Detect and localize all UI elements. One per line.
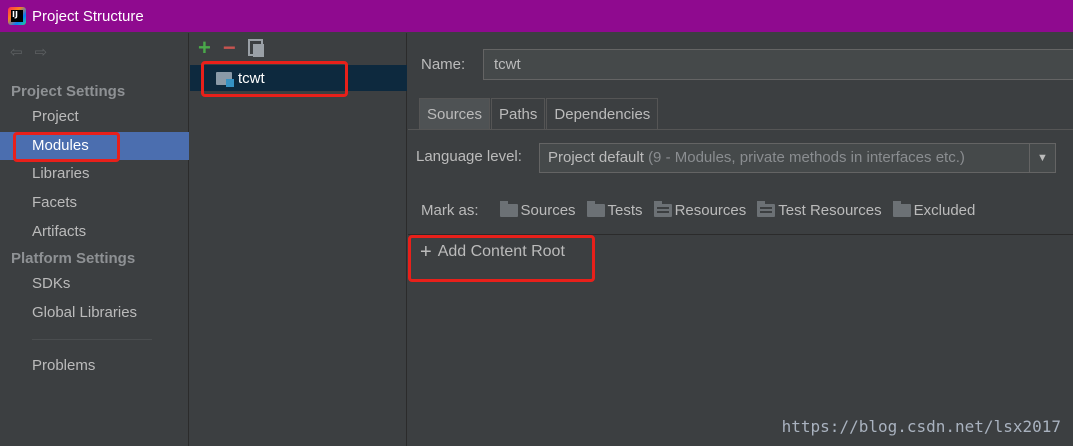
back-arrow-icon[interactable]: ⇦ [10,43,23,61]
add-module-icon[interactable]: + [198,37,211,59]
modules-toolbar: + − [198,37,264,59]
tests-folder-icon [586,201,605,217]
module-name-field[interactable]: tcwt [483,49,1073,80]
language-level-dropdown[interactable]: Project default (9 - Modules, private me… [539,143,1056,173]
modules-panel: + − tcwt [190,33,407,446]
mark-as-sources-label: Sources [520,202,576,219]
mark-as-test-resources-button[interactable]: Test Resources [757,201,882,219]
mark-as-excluded-label: Excluded [913,202,976,219]
nav-item-problems[interactable]: Problems [0,352,189,380]
title-bar: IJ Project Structure [0,0,1073,32]
module-item-label: tcwt [238,69,265,87]
watermark: https://blog.csdn.net/lsx2017 [781,417,1061,436]
tab-paths[interactable]: Paths [491,98,546,129]
module-item-tcwt[interactable]: tcwt [190,65,407,91]
content-divider [408,234,1073,235]
forward-arrow-icon[interactable]: ⇨ [35,43,48,61]
dropdown-arrow-icon[interactable]: ▼ [1029,144,1055,172]
project-settings-header: Project Settings [11,83,126,100]
nav-item-project[interactable]: Project [0,103,189,131]
nav-item-facets[interactable]: Facets [0,189,189,217]
settings-nav: ⇦ ⇨ Project Settings Project Modules Lib… [0,33,189,446]
nav-arrows: ⇦ ⇨ [10,43,47,61]
platform-settings-header: Platform Settings [11,250,136,267]
nav-item-sdks[interactable]: SDKs [0,270,189,298]
mark-as-test-resources-label: Test Resources [778,202,882,219]
add-content-root-label: Add Content Root [437,243,565,260]
remove-module-icon[interactable]: − [223,37,236,59]
nav-item-libraries[interactable]: Libraries [0,160,189,188]
intellij-app-icon: IJ [8,7,26,25]
nav-item-modules[interactable]: Modules [0,132,189,160]
mark-as-tests-label: Tests [607,202,643,219]
mark-as-label: Mark as: [421,202,479,219]
mark-as-resources-label: Resources [674,202,747,219]
nav-item-artifacts[interactable]: Artifacts [0,218,189,246]
tab-dependencies[interactable]: Dependencies [546,98,659,129]
window-title: Project Structure [32,7,144,25]
mark-as-bar: Mark as: Sources Tests Resources Test Re… [421,201,986,219]
sources-folder-icon [499,201,518,217]
language-level-label: Language level: [416,148,522,165]
nav-item-global-libraries[interactable]: Global Libraries [0,299,189,327]
resources-folder-icon [653,201,672,217]
name-label: Name: [421,56,466,73]
sources-tab-content: Language level: Project default (9 - Mod… [408,129,1073,446]
test-resources-folder-icon [757,201,776,217]
language-level-value: Project default [548,149,644,166]
plus-icon: + [420,241,432,263]
module-tabs: Sources Paths Dependencies [419,98,659,129]
tab-sources[interactable]: Sources [419,98,491,129]
language-level-hint: (9 - Modules, private methods in interfa… [648,149,965,166]
mark-as-excluded-button[interactable]: Excluded [892,201,976,219]
nav-divider [32,339,152,340]
mark-as-resources-button[interactable]: Resources [653,201,747,219]
module-detail-panel: Name: tcwt Sources Paths Dependencies La… [408,33,1073,446]
add-content-root-button[interactable]: + Add Content Root [420,241,565,263]
mark-as-tests-button[interactable]: Tests [586,201,643,219]
mark-as-sources-button[interactable]: Sources [499,201,576,219]
excluded-folder-icon [892,201,911,217]
module-folder-icon [216,71,234,87]
copy-module-icon[interactable] [247,39,264,57]
